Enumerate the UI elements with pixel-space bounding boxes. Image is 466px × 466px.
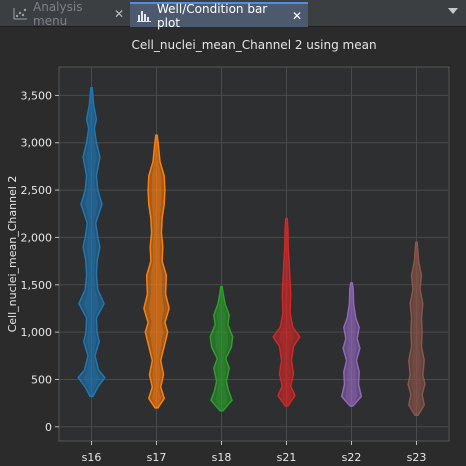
x-tick-label: s18 [212, 451, 232, 464]
chart-title: Cell_nuclei_mean_Channel 2 using mean [131, 38, 376, 52]
y-axis-label: Cell_nuclei_mean_Channel 2 [6, 176, 19, 333]
y-tick-label: 1,000 [21, 326, 53, 339]
y-tick-label: 0 [45, 421, 52, 434]
tab-label: Well/Condition bar plot [157, 1, 268, 30]
x-tick-label: s22 [342, 451, 362, 464]
tab-bar: Analysis menu ✕ Well/Condition bar plot … [0, 0, 466, 30]
plot-area [58, 66, 450, 442]
bar-chart-icon [136, 9, 152, 23]
y-tick-label: 500 [31, 373, 52, 386]
y-tick-label: 1,500 [21, 279, 53, 292]
y-tick-label: 3,000 [21, 137, 53, 150]
tab-well-condition-bar-plot[interactable]: Well/Condition bar plot ✕ [130, 1, 308, 30]
x-tick-label: s16 [82, 451, 102, 464]
tab-label: Analysis menu [33, 0, 83, 28]
scatter-icon [12, 7, 28, 21]
y-tick-label: 2,500 [21, 184, 53, 197]
close-icon[interactable]: ✕ [292, 9, 302, 23]
violin-plot: Cell_nuclei_mean_Channel 2 using mean 0 50… [6, 38, 450, 464]
x-tick-label: s17 [147, 451, 167, 464]
y-tick-label: 3,500 [21, 89, 53, 102]
x-tick-label: s21 [277, 451, 297, 464]
y-tick-label: 2,000 [21, 231, 53, 244]
close-icon[interactable]: ✕ [114, 7, 124, 21]
chevron-down-icon[interactable] [448, 8, 458, 14]
x-tick-label: s23 [407, 451, 427, 464]
tab-analysis-menu[interactable]: Analysis menu ✕ [6, 0, 130, 28]
